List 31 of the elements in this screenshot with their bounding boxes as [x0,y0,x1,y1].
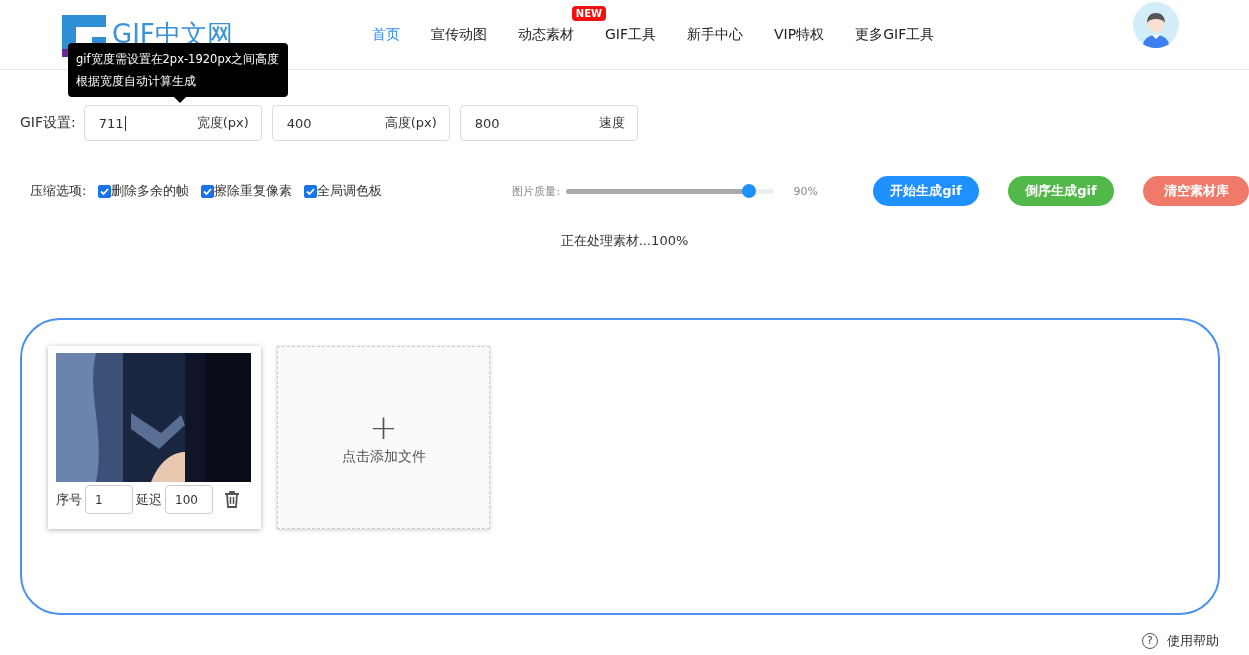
options-label: 压缩选项: [30,182,87,200]
order-label: 序号 [56,490,82,509]
checkbox-label: 全局调色板 [317,182,383,200]
nav-link[interactable]: 首页 [372,25,400,44]
new-badge: NEW [571,5,606,21]
nav-link[interactable]: 宣传动图 [431,25,487,44]
settings-label: GIF设置: [20,114,76,132]
nav-link[interactable]: GIF工具 [605,25,657,44]
checkbox[interactable] [201,184,215,198]
tooltip: gif宽度需设置在2px-1920px之间高度 根据宽度自动计算生成 [68,43,288,103]
nav-link[interactable]: VIP特权 [774,25,825,44]
avatar-icon[interactable] [1133,1,1179,48]
number-field[interactable]: 711 宽度(px) [83,105,262,141]
status-text: 正在处理素材...100% [559,232,690,250]
checkbox-label: 擦除重复像素 [214,182,293,200]
delay-field[interactable]: 100 [165,485,213,514]
checkbox-label: 删除多余的帧 [111,182,190,200]
checkbox[interactable] [304,184,318,198]
upload-area[interactable]: 序号 1 延迟 100 + 点击添加文件 [20,318,1220,615]
nav-link[interactable]: 新手中心 [687,25,744,44]
quality-label: 图片质量: [512,183,561,199]
order-field[interactable]: 1 [85,485,133,514]
quality-reading: 90% [793,184,818,198]
nav-link[interactable]: 更多GIF工具 [855,25,935,44]
add-file-button[interactable]: + 点击添加文件 [277,346,490,529]
trash-icon[interactable] [224,491,240,508]
delay-label: 延迟 [136,490,162,509]
number-field[interactable]: 800 速度 [459,105,638,141]
help-link[interactable]: 使用帮助 [1167,632,1219,650]
number-field[interactable]: 400 高度(px) [271,105,450,141]
checkbox[interactable] [98,184,112,198]
